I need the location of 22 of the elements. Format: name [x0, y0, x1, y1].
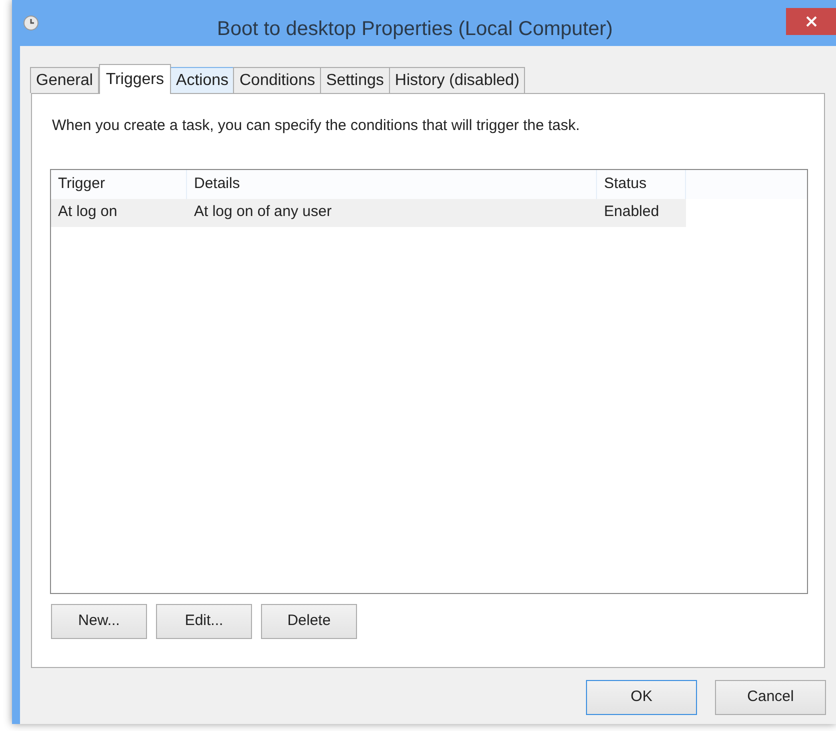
table-cell-text: At log on: [57, 202, 118, 222]
close-button[interactable]: [786, 8, 836, 35]
tab[interactable]: General: [30, 67, 99, 93]
table-row[interactable]: At log on At log on of any user Enabled: [51, 198, 686, 226]
table-cell-text: Enabled: [603, 202, 660, 222]
column-header[interactable]: Status: [597, 170, 686, 198]
tab[interactable]: Triggers: [98, 64, 172, 94]
column-header[interactable]: Details: [187, 170, 597, 198]
button[interactable]: Cancel: [715, 680, 826, 715]
button[interactable]: Edit...: [156, 604, 252, 638]
tab[interactable]: Conditions: [233, 67, 322, 93]
close-icon: [806, 16, 816, 27]
button[interactable]: New...: [51, 604, 147, 638]
window-title: Boot to desktop Properties (Local Computer): [217, 17, 613, 42]
button[interactable]: OK: [586, 680, 697, 715]
table-cell-text: At log on of any user: [193, 202, 333, 222]
button[interactable]: Delete: [261, 604, 357, 638]
clock-icon: [23, 15, 39, 31]
description-text: When you create a task, you can specify the conditions that will trigger the task.: [52, 116, 581, 136]
tab[interactable]: Actions: [170, 67, 234, 93]
tab[interactable]: History (disabled): [388, 67, 526, 93]
column-header[interactable]: Trigger: [51, 170, 187, 198]
